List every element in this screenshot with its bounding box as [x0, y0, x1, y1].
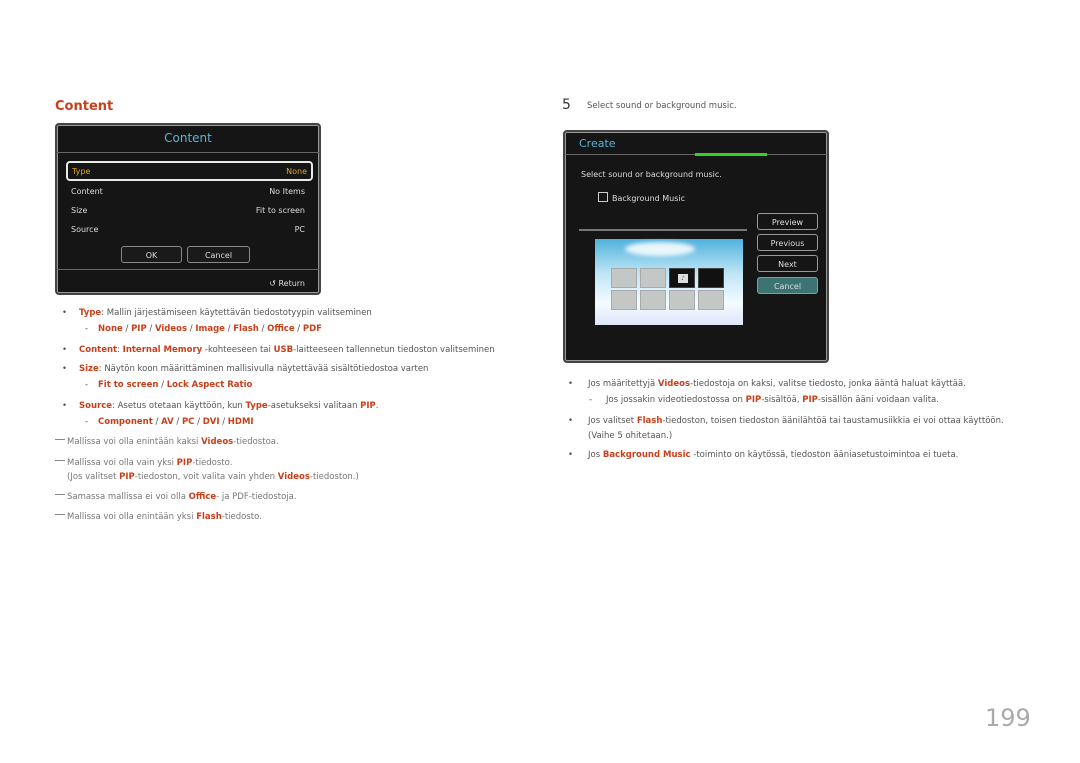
row-label: Type [72, 166, 91, 176]
cancel-button[interactable]: Cancel [757, 277, 818, 294]
bullet: • Jos valitset Flash-tiedoston, toisen t… [568, 416, 1004, 426]
ok-button[interactable]: OK [121, 246, 182, 263]
bullet-source: • Source: Asetus otetaan käyttöön, kun T… [62, 401, 379, 411]
layout-tile [611, 268, 637, 288]
layout-tile [669, 290, 695, 310]
layout-tile [611, 290, 637, 310]
note-icon [55, 494, 65, 495]
checkbox-label: Background Music [612, 194, 686, 203]
row-label: Content [71, 186, 103, 196]
type-options: - None / PIP / Videos / Image / Flash / … [85, 324, 322, 334]
row-label: Size [71, 205, 88, 215]
cancel-button[interactable]: Cancel [187, 246, 250, 263]
divider [57, 269, 319, 270]
layout-tile [698, 290, 724, 310]
row-source[interactable]: Source PC [67, 219, 309, 239]
next-button[interactable]: Next [757, 255, 818, 272]
source-options: - Component / AV / PC / DVI / HDMI [85, 417, 254, 427]
note-icon [55, 514, 65, 515]
dialog-instruction: Select sound or background music. [581, 170, 722, 179]
progress-indicator [695, 153, 767, 156]
size-options: - Fit to screen / Lock Aspect Ratio [85, 380, 253, 390]
step-number: 5 [562, 97, 571, 113]
layout-tile [640, 268, 666, 288]
row-label: Source [71, 224, 99, 234]
bullet-continuation: (Vaihe 5 ohitetaan.) [588, 431, 673, 441]
note: Mallissa voi olla enintään kaksi Videos-… [55, 437, 279, 447]
template-preview: ♪ [595, 239, 743, 325]
note-continuation: (Jos valitset PIP-tiedoston, voit valita… [67, 472, 359, 482]
return-label: Return [278, 279, 305, 288]
dialog-title: Content [164, 131, 212, 145]
layout-tile [698, 268, 724, 288]
note: Mallissa voi olla vain yksi PIP-tiedosto… [55, 458, 232, 468]
page-number: 199 [985, 704, 1031, 732]
bullet: • Jos määritettyjä Videos-tiedostoja on … [568, 379, 966, 389]
step-text: Select sound or background music. [587, 101, 737, 111]
row-content[interactable]: Content No Items [67, 181, 309, 201]
return-button[interactable]: ↺ Return [269, 279, 305, 288]
note-icon [55, 460, 65, 461]
divider [579, 229, 747, 231]
layout-tile: ♪ [669, 268, 695, 288]
content-dialog: Content Type None Content No Items Size … [55, 123, 321, 295]
create-dialog: Create Select sound or background music.… [563, 130, 829, 363]
sub-bullet: - Jos jossakin videotiedostossa on PIP-s… [589, 395, 939, 405]
bullet-content: • Content: Internal Memory -kohteeseen t… [62, 345, 495, 355]
note: Mallissa voi olla enintään yksi Flash-ti… [55, 512, 262, 522]
bullet: • Jos Background Music -toiminto on käyt… [568, 450, 959, 460]
background-music-checkbox[interactable] [598, 192, 608, 202]
layout-tile [640, 290, 666, 310]
divider [57, 152, 319, 153]
row-value: PC [294, 224, 305, 234]
bullet-type: • Type: Mallin järjestämiseen käytettävä… [62, 308, 372, 318]
section-heading: Content [55, 99, 114, 114]
speaker-icon: ♪ [678, 274, 688, 283]
previous-button[interactable]: Previous [757, 234, 818, 251]
cloud-image [625, 242, 695, 256]
return-icon: ↺ [269, 279, 276, 288]
row-value: Fit to screen [255, 205, 305, 215]
right-bullet-list: • Jos määritettyjä Videos-tiedostoja on … [568, 379, 1038, 469]
note-icon [55, 439, 65, 440]
row-type[interactable]: Type None [66, 161, 313, 181]
bullet-size: • Size: Näytön koon määrittäminen mallis… [62, 364, 429, 374]
row-value: No Items [269, 186, 305, 196]
note: Samassa mallissa ei voi olla Office- ja … [55, 492, 297, 502]
row-size[interactable]: Size Fit to screen [67, 200, 309, 220]
preview-button[interactable]: Preview [757, 213, 818, 230]
row-value: None [286, 166, 307, 176]
dialog-title: Create [579, 137, 616, 150]
